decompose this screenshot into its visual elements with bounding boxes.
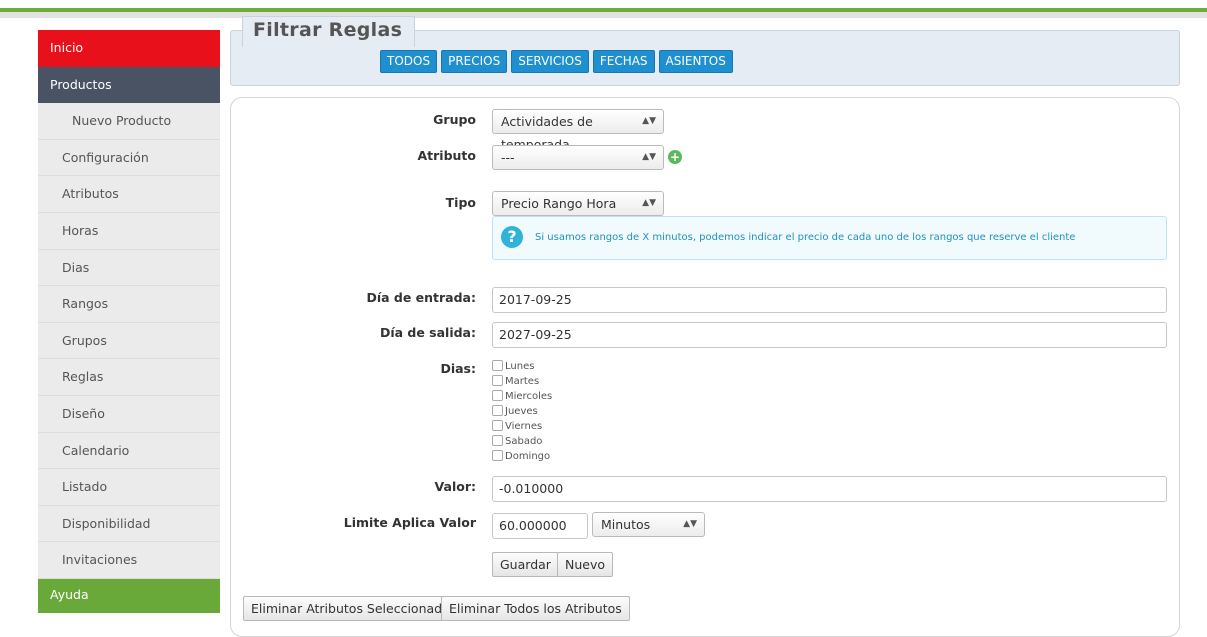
valor-label: Valor: — [434, 479, 476, 494]
filter-button-group: TODOS PRECIOS SERVICIOS FECHAS ASIENTOS — [380, 50, 733, 73]
rule-form-panel — [230, 97, 1180, 637]
tipo-select-value: Precio Rango Hora — [501, 196, 617, 211]
question-icon: ? — [501, 226, 523, 248]
checkbox-box[interactable] — [492, 390, 503, 401]
select-arrows-icon: ▲▼ — [642, 152, 656, 162]
select-arrows-icon: ▲▼ — [642, 198, 656, 208]
sidebar-item-grupos[interactable]: Grupos — [38, 322, 220, 360]
dia-entrada-input[interactable]: 2017-09-25 — [492, 287, 1167, 313]
checkbox-label: Martes — [505, 376, 540, 387]
sidebar-item-diseno[interactable]: Diseño — [38, 395, 220, 433]
guardar-button[interactable]: Guardar — [492, 552, 559, 577]
dia-salida-input[interactable]: 2027-09-25 — [492, 322, 1167, 348]
sidebar-item-configuracion[interactable]: Configuración — [38, 139, 220, 177]
checkbox-label: Viernes — [505, 421, 543, 432]
checkbox-miercoles[interactable]: Miercoles — [492, 390, 552, 405]
checkbox-martes[interactable]: Martes — [492, 375, 539, 390]
sidebar-item-calendario[interactable]: Calendario — [38, 432, 220, 470]
sidebar-item-reglas[interactable]: Reglas — [38, 359, 220, 396]
add-attribute-icon[interactable]: + — [668, 150, 682, 164]
filter-title: Filtrar Reglas — [242, 16, 416, 47]
dia-entrada-label: Día de entrada: — [366, 290, 476, 305]
checkbox-label: Sabado — [505, 436, 543, 447]
limite-label: Limite Aplica Valor — [343, 515, 476, 530]
tipo-select[interactable]: Precio Rango Hora ▲▼ — [492, 191, 664, 216]
filter-asientos-button[interactable]: ASIENTOS — [658, 50, 733, 73]
info-alert-text: Si usamos rangos de X minutos, podemos i… — [535, 232, 1076, 243]
atributo-select[interactable]: --- ▲▼ — [492, 145, 664, 170]
checkbox-label: Miercoles — [505, 391, 553, 402]
sidebar-item-ayuda[interactable]: Ayuda — [38, 578, 220, 613]
checkbox-box[interactable] — [492, 405, 503, 416]
sidebar-item-nuevo-producto[interactable]: Nuevo Producto — [38, 103, 220, 140]
limite-unit-select[interactable]: Minutos ▲▼ — [592, 512, 705, 537]
checkbox-domingo[interactable]: Domingo — [492, 450, 550, 465]
filter-precios-button[interactable]: PRECIOS — [441, 50, 508, 73]
tipo-label: Tipo — [445, 195, 476, 210]
sidebar-item-disponibilidad[interactable]: Disponibilidad — [38, 505, 220, 543]
top-accent-bar — [0, 8, 1207, 18]
checkbox-box[interactable] — [492, 360, 503, 371]
sidebar-item-inicio[interactable]: Inicio — [38, 30, 220, 67]
checkbox-label: Lunes — [505, 361, 535, 372]
select-arrows-icon: ▲▼ — [642, 116, 656, 126]
atributo-select-value: --- — [501, 150, 515, 165]
atributo-label: Atributo — [417, 148, 476, 163]
dias-label: Dias: — [440, 361, 476, 376]
grupo-label: Grupo — [433, 112, 476, 127]
checkbox-sabado[interactable]: Sabado — [492, 435, 542, 450]
limite-unit-value: Minutos — [601, 517, 651, 532]
info-alert: ? Si usamos rangos de X minutos, podemos… — [492, 216, 1167, 260]
sidebar-item-dias[interactable]: Dias — [38, 249, 220, 287]
grupo-select[interactable]: Actividades de temporada ▲▼ — [492, 109, 664, 152]
filter-fechas-button[interactable]: FECHAS — [592, 50, 655, 73]
filter-servicios-button[interactable]: SERVICIOS — [511, 50, 589, 73]
sidebar-item-productos[interactable]: Productos — [38, 66, 220, 104]
dia-salida-label: Día de salida: — [379, 325, 476, 340]
checkbox-label: Jueves — [505, 406, 538, 417]
sidebar-item-horas[interactable]: Horas — [38, 212, 220, 250]
valor-input[interactable]: -0.010000 — [492, 476, 1167, 502]
eliminar-seleccionados-button[interactable]: Eliminar Atributos Seleccionados — [243, 596, 465, 621]
checkbox-viernes[interactable]: Viernes — [492, 420, 542, 435]
sidebar-item-listado[interactable]: Listado — [38, 469, 220, 506]
checkbox-label: Domingo — [505, 451, 551, 462]
eliminar-todos-button[interactable]: Eliminar Todos los Atributos — [441, 596, 630, 621]
checkbox-box[interactable] — [492, 450, 503, 461]
limite-input[interactable]: 60.000000 — [492, 513, 588, 539]
sidebar-item-atributos[interactable]: Atributos — [38, 176, 220, 213]
checkbox-box[interactable] — [492, 420, 503, 431]
checkbox-box[interactable] — [492, 435, 503, 446]
checkbox-lunes[interactable]: Lunes — [492, 360, 534, 375]
select-arrows-icon: ▲▼ — [683, 519, 697, 529]
filter-todos-button[interactable]: TODOS — [380, 50, 438, 73]
sidebar-item-invitaciones[interactable]: Invitaciones — [38, 542, 220, 579]
checkbox-box[interactable] — [492, 375, 503, 386]
nuevo-button[interactable]: Nuevo — [557, 552, 614, 577]
sidebar-nav: Inicio Productos Nuevo Producto Configur… — [38, 30, 220, 613]
checkbox-jueves[interactable]: Jueves — [492, 405, 538, 420]
sidebar-item-rangos[interactable]: Rangos — [38, 286, 220, 323]
